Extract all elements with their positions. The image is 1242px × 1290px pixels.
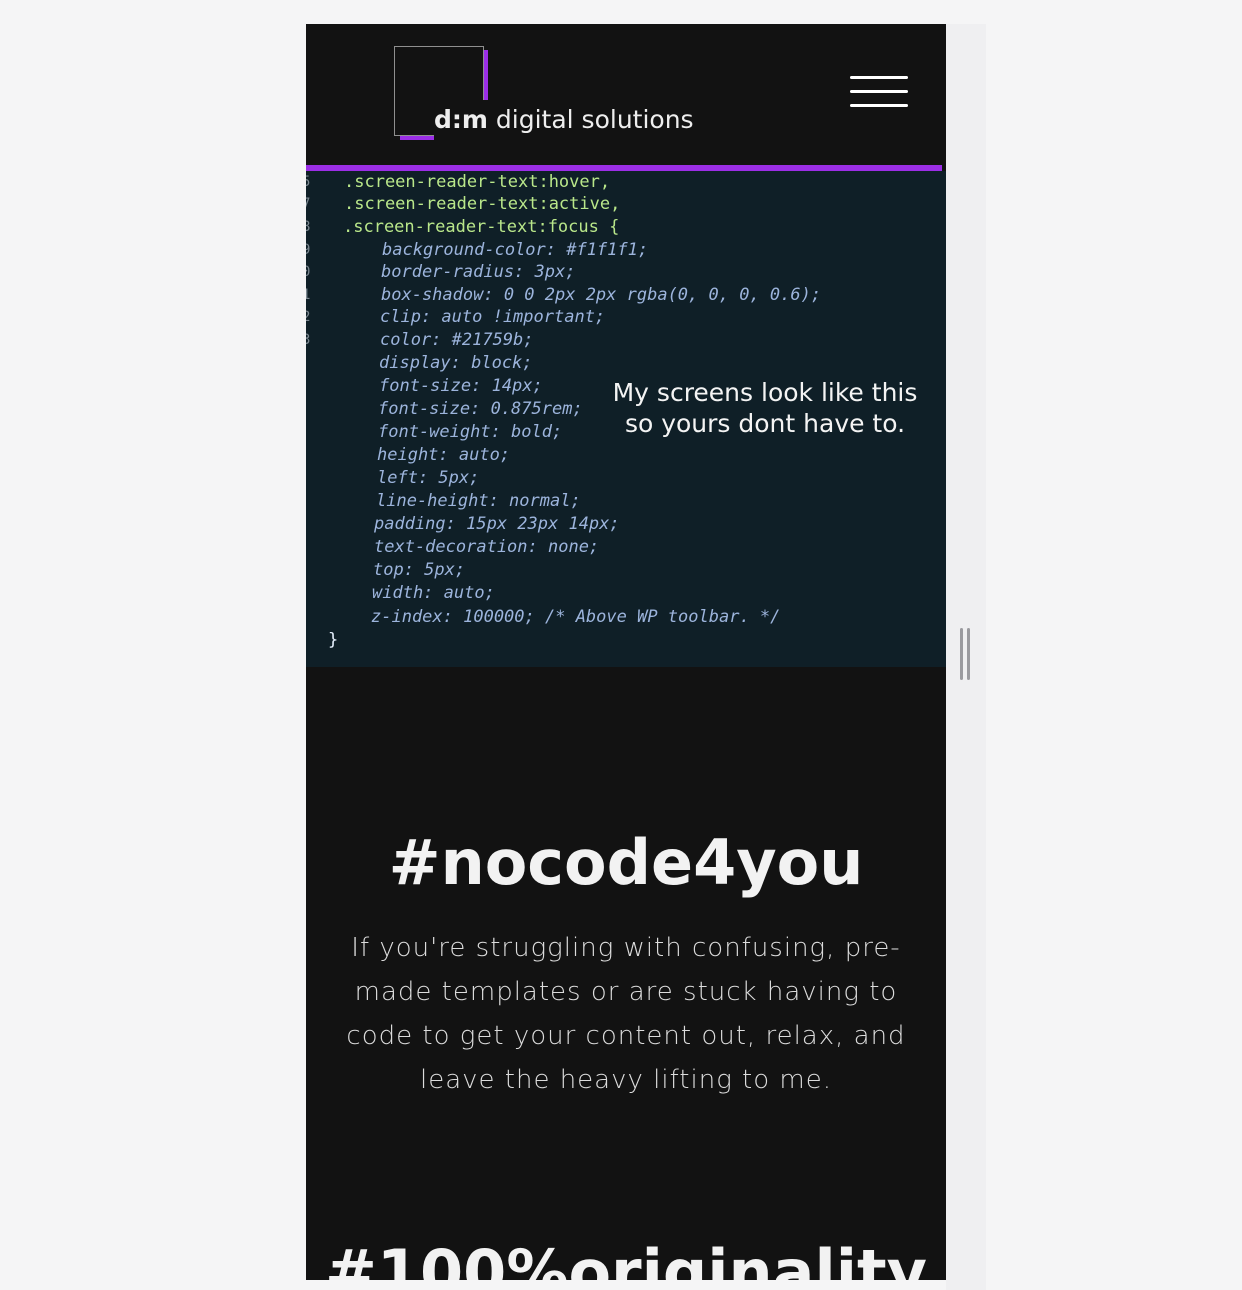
code-line: .screen-reader-text:hover, — [344, 172, 611, 192]
hero-code-image: 5 7 8 9 0 1 2 3 .screen-reader-text:hove… — [306, 171, 946, 667]
site-logo[interactable]: d:m digital solutions — [394, 46, 724, 146]
code-line: z-index: 100000; /* Above WP toolbar. */ — [371, 607, 781, 627]
line-number: 2 — [306, 309, 311, 325]
nocode-description: If you're struggling with confusing, pre… — [346, 933, 906, 1095]
code-line: line-height: normal; — [376, 491, 581, 511]
code-line: display: block; — [379, 353, 533, 373]
hero-tagline-line1: My screens look like this — [612, 378, 918, 407]
code-line: text-decoration: none; — [374, 537, 600, 557]
mobile-page: d:m digital solutions 5 7 8 9 0 1 2 3 .s… — [306, 24, 946, 1280]
code-line: clip: auto !important; — [380, 307, 606, 327]
code-line: font-size: 0.875rem; — [378, 399, 583, 419]
code-line: .screen-reader-text:focus { — [343, 217, 620, 237]
code-line: background-color: #f1f1f1; — [382, 240, 649, 260]
hero-tagline-line2: so yours dont have to. — [624, 409, 906, 438]
hero-tagline: My screens look like this so yours dont … — [600, 377, 930, 439]
line-number: 3 — [306, 332, 311, 348]
code-line: height: auto; — [377, 445, 511, 465]
line-number: 9 — [306, 242, 311, 258]
code-line: border-radius: 3px; — [381, 262, 576, 282]
code-line: color: #21759b; — [380, 330, 534, 350]
code-line: font-weight: bold; — [378, 422, 563, 442]
nocode-heading: #nocode4you — [388, 826, 864, 900]
code-line: box-shadow: 0 0 2px 2px rgba(0, 0, 0, 0.… — [381, 285, 822, 305]
code-line: padding: 15px 23px 14px; — [374, 514, 620, 534]
code-line: top: 5px; — [373, 560, 466, 580]
line-number: 1 — [306, 287, 311, 303]
line-number: 0 — [306, 264, 311, 280]
code-line: left: 5px; — [377, 468, 480, 488]
resize-handle[interactable] — [958, 628, 972, 680]
site-header: d:m digital solutions — [306, 24, 946, 166]
code-line: font-size: 14px; — [379, 376, 543, 396]
hamburger-menu-icon[interactable] — [850, 74, 910, 110]
line-number: 8 — [306, 219, 311, 235]
logo-brand: d:m — [434, 105, 488, 134]
code-line: width: auto; — [372, 583, 495, 603]
logo-wordmark: d:m digital solutions — [434, 100, 696, 140]
code-line: } — [328, 630, 339, 650]
line-number: 7 — [306, 196, 311, 212]
logo-name: digital solutions — [495, 105, 694, 134]
code-line: .screen-reader-text:active, — [344, 194, 621, 214]
originality-heading: #100%originality — [324, 1236, 928, 1280]
line-number: 5 — [306, 174, 311, 190]
